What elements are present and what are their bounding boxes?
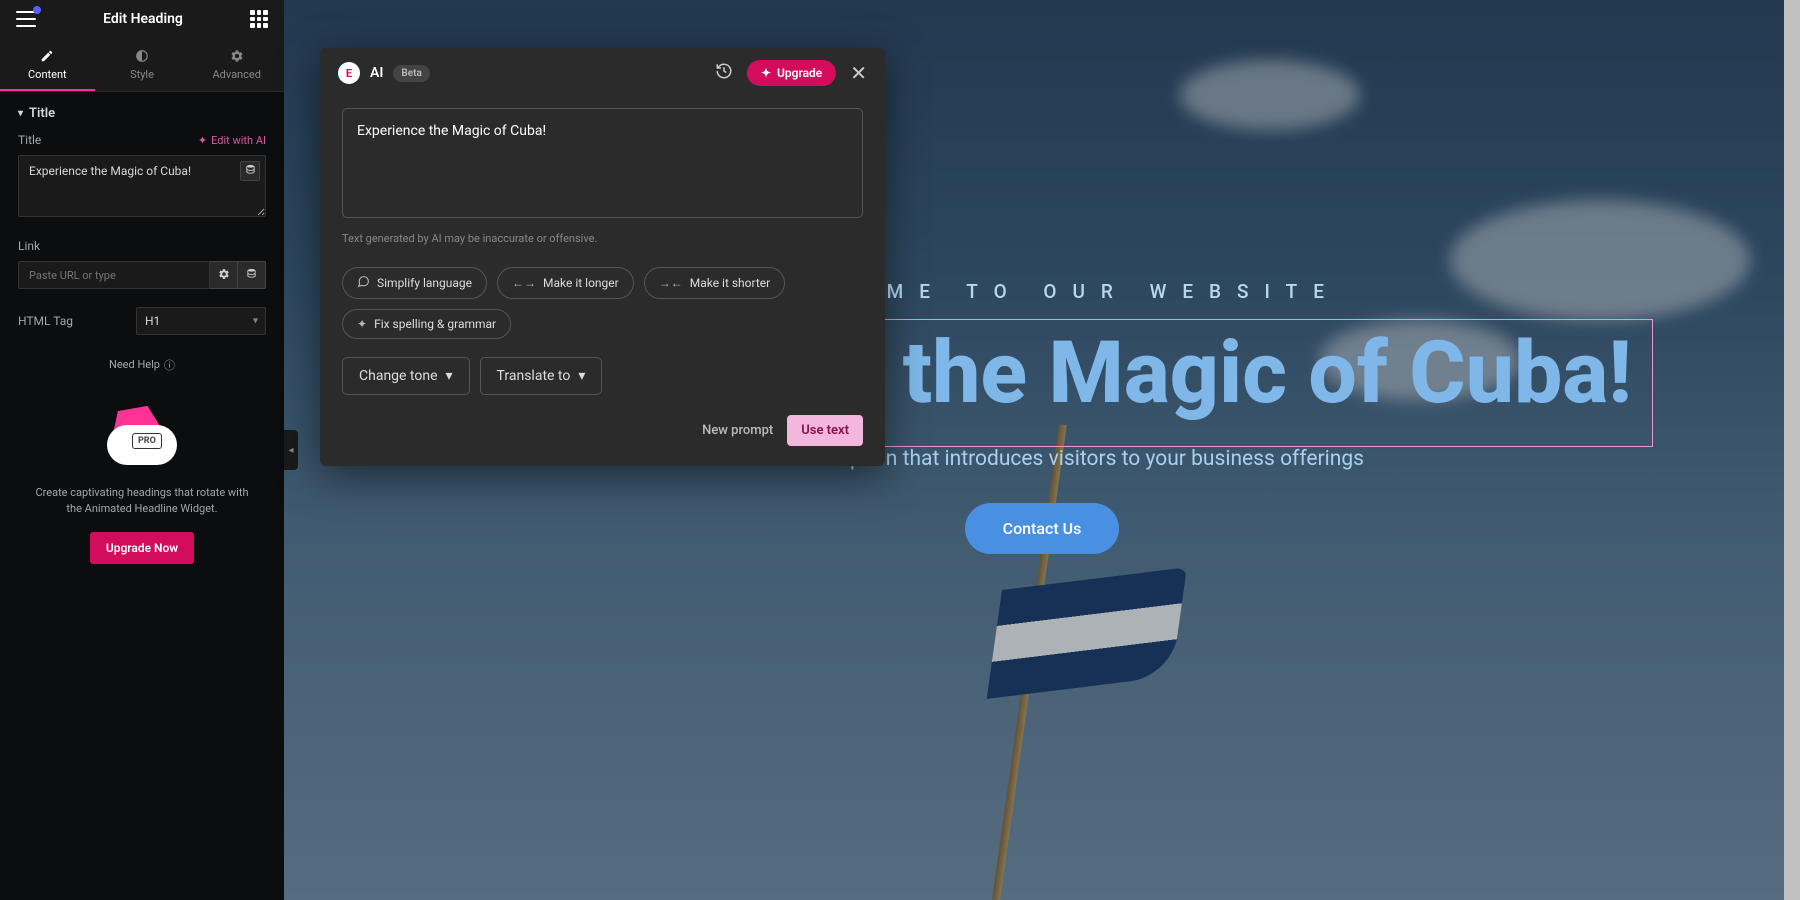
dynamic-tags-button[interactable] [240,161,260,181]
translate-to-label: Translate to [497,368,571,384]
ai-modal-title: AI [370,65,383,81]
chevron-down-icon: ▾ [446,368,453,384]
chip-label: Make it longer [543,276,619,290]
title-label: Title [18,133,41,147]
chevron-left-icon: ◂ [288,445,293,456]
need-help-link[interactable]: Need Help ⓘ [109,357,175,373]
style-icon [134,48,150,64]
chip-label: Simplify language [377,276,472,290]
promo-block: PRO Create captivating headings that rot… [18,403,266,564]
database-icon [246,268,257,282]
sparkle-icon: ✦ [357,317,367,331]
contact-us-button[interactable]: Contact Us [965,503,1120,554]
html-tag-label: HTML Tag [18,314,73,328]
ai-disclaimer: Text generated by AI may be inaccurate o… [342,232,863,245]
promo-illustration: PRO [97,403,187,473]
gear-icon [229,48,245,64]
section-title-label: Title [29,106,55,121]
link-input[interactable] [18,261,210,289]
pencil-icon [39,48,55,64]
title-field-row: Title ✦ Edit with AI [18,133,266,147]
ai-upgrade-label: Upgrade [777,66,822,80]
ai-modal: E AI Beta ✦ Upgrade ✕ Text generated by … [320,48,885,466]
tab-label: Advanced [212,68,260,81]
history-icon [715,62,733,80]
tab-label: Content [28,68,67,81]
close-modal-button[interactable]: ✕ [850,63,867,83]
notification-dot-icon [33,6,41,14]
tab-content[interactable]: Content [0,38,95,91]
editor-panel: Edit Heading Content Style [0,0,284,900]
beta-badge: Beta [393,65,429,82]
edit-with-ai-link[interactable]: ✦ Edit with AI [198,134,266,147]
ai-chip-row: Simplify language ←→ Make it longer →← M… [342,267,863,339]
widgets-grid-button[interactable] [250,10,268,28]
link-options-button[interactable] [210,261,238,289]
chat-icon [357,275,370,291]
sparkle-icon: ✦ [198,134,207,147]
ai-modal-header: E AI Beta ✦ Upgrade ✕ [320,48,885,98]
chevron-down-icon: ▾ [578,368,585,384]
ai-prompt-textarea[interactable] [342,108,863,218]
gear-icon [218,268,230,283]
link-field-row: Link [18,239,266,253]
tab-style[interactable]: Style [95,38,190,91]
promo-text: Create captivating headings that rotate … [28,485,256,518]
compress-icon: →← [659,276,683,290]
tab-advanced[interactable]: Advanced [189,38,284,91]
ai-modal-footer: New prompt Use text [342,415,863,446]
link-dynamic-button[interactable] [238,261,266,289]
panel-tabs: Content Style Advanced [0,38,284,92]
panel-title: Edit Heading [103,11,183,27]
section-title-toggle[interactable]: ▾ Title [18,106,266,121]
pro-badge: PRO [132,433,162,449]
tab-label: Style [130,68,154,81]
make-shorter-chip[interactable]: →← Make it shorter [644,267,786,299]
html-tag-row: HTML Tag H1 [18,307,266,335]
database-icon [245,164,256,178]
expand-icon: ←→ [512,276,536,290]
fix-spelling-chip[interactable]: ✦ Fix spelling & grammar [342,309,511,339]
change-tone-label: Change tone [359,368,438,384]
collapse-panel-handle[interactable]: ◂ [284,430,298,470]
elementor-logo-icon: E [338,62,360,84]
panel-body: ▾ Title Title ✦ Edit with AI Lin [0,92,284,900]
chip-label: Make it shorter [690,276,771,290]
ai-modal-body: Text generated by AI may be inaccurate o… [320,98,885,466]
history-button[interactable] [715,62,733,84]
tone-row: Change tone ▾ Translate to ▾ [342,357,863,395]
caret-down-icon: ▾ [18,108,23,119]
help-icon: ⓘ [164,357,175,373]
edit-with-ai-label: Edit with AI [211,134,266,147]
panel-header: Edit Heading [0,0,284,38]
sparkle-icon: ✦ [761,66,771,80]
upgrade-now-button[interactable]: Upgrade Now [90,532,194,564]
use-text-button[interactable]: Use text [787,415,863,446]
change-tone-dropdown[interactable]: Change tone ▾ [342,357,470,395]
title-textarea[interactable] [18,155,266,217]
close-icon: ✕ [850,61,867,85]
new-prompt-button[interactable]: New prompt [702,423,773,438]
link-input-row [18,261,266,289]
chip-label: Fix spelling & grammar [374,317,496,331]
menu-button[interactable] [16,11,36,27]
make-longer-chip[interactable]: ←→ Make it longer [497,267,634,299]
translate-to-dropdown[interactable]: Translate to ▾ [480,357,603,395]
ai-upgrade-button[interactable]: ✦ Upgrade [747,60,836,86]
title-textarea-wrap [18,155,266,221]
simplify-language-chip[interactable]: Simplify language [342,267,487,299]
need-help-label: Need Help [109,358,160,371]
html-tag-select[interactable]: H1 [136,307,266,335]
link-label: Link [18,239,40,253]
